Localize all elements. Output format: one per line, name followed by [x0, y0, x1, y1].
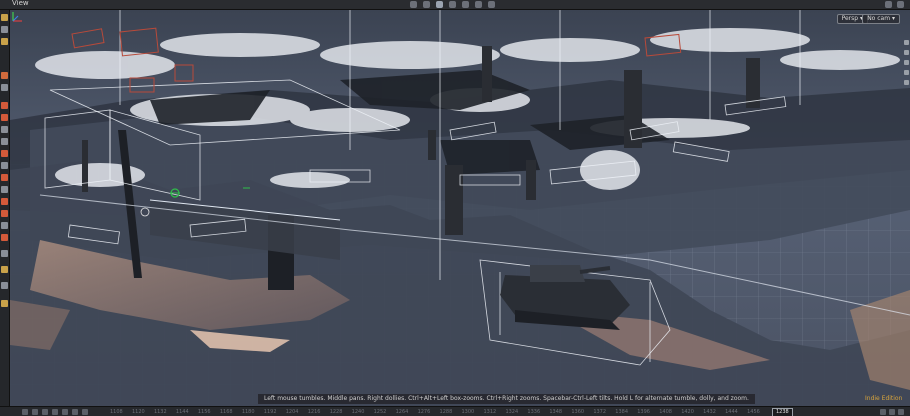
timeline-tick: 1444 [725, 409, 738, 415]
timeline-tick: 1456 [747, 409, 760, 415]
houdini-window: View Persp ▾ No cam ▾ Left mouse tumbles… [0, 0, 910, 416]
window-controls [885, 1, 904, 8]
left-toolbar [0, 10, 10, 406]
point-icon[interactable] [1, 126, 8, 133]
timeline-tick: 1168 [219, 409, 233, 415]
timeline-tick: 1264 [395, 409, 409, 415]
scale-tool-icon[interactable] [462, 1, 469, 8]
timeline-tick: 1192 [263, 409, 277, 415]
timeline-tick: 1372 [593, 409, 607, 415]
timeline-tick: 1348 [549, 409, 563, 415]
timeline-tick: 1108 [110, 409, 123, 415]
shaded-icon[interactable] [1, 222, 8, 229]
timeline-tick: 1408 [659, 409, 672, 415]
home-view-icon[interactable] [904, 40, 909, 45]
timeline-tick: 1120 [131, 409, 145, 415]
smooth-shaded-icon[interactable] [1, 234, 8, 241]
handle-tool-icon[interactable] [475, 1, 482, 8]
bbox-icon[interactable] [1, 282, 8, 289]
current-frame-field[interactable]: 1238 [772, 408, 793, 416]
timeline-tick: 1240 [351, 409, 365, 415]
grid-icon[interactable] [1, 250, 8, 257]
timeline-tick: 1252 [373, 409, 387, 415]
frame-selected-icon[interactable] [904, 50, 909, 55]
light-icon[interactable] [1, 38, 8, 45]
primitive-icon[interactable] [1, 114, 8, 121]
timeline-tick: 1204 [285, 409, 299, 415]
timeline-tick: 1336 [527, 409, 541, 415]
axis-gnomon [12, 12, 22, 22]
edition-label: Indie Edition [865, 395, 903, 402]
timeline-tick: 1288 [439, 409, 453, 415]
timeline-tick: 1420 [681, 409, 694, 415]
viewport-status-message: Left mouse tumbles. Middle pans. Right d… [258, 394, 755, 404]
timeline-tick: 1276 [417, 409, 431, 415]
jump-end-icon[interactable] [82, 409, 88, 415]
timeline-tick: 1180 [241, 409, 255, 415]
step-forward-icon[interactable] [72, 409, 78, 415]
window-title: View [12, 0, 29, 7]
viewport-side-controls [903, 40, 910, 150]
play-icon[interactable] [62, 409, 68, 415]
move-tool-icon[interactable] [423, 1, 430, 8]
realtime-icon[interactable] [889, 409, 895, 415]
render-icon[interactable] [1, 300, 8, 307]
title-bar: View [0, 0, 910, 10]
timeline-tick: 1324 [505, 409, 519, 415]
settings-icon[interactable] [897, 1, 904, 8]
scene-viewport[interactable]: Persp ▾ No cam ▾ Left mouse tumbles. Mid… [10, 10, 910, 406]
timeline-tick: 1300 [461, 409, 475, 415]
lock-camera-icon[interactable] [1, 26, 8, 33]
view-tool-icon[interactable] [436, 1, 443, 8]
zoom-icon[interactable] [904, 70, 909, 75]
edge-icon[interactable] [1, 138, 8, 145]
uv-icon[interactable] [1, 162, 8, 169]
play-backward-icon[interactable] [42, 409, 48, 415]
key-icon[interactable] [880, 409, 886, 415]
timeline-tick: 1132 [153, 409, 167, 415]
camera-menu[interactable]: No cam ▾ [862, 14, 900, 24]
select-tool-icon[interactable] [410, 1, 417, 8]
wireframe-icon[interactable] [1, 210, 8, 217]
stop-icon[interactable] [52, 409, 58, 415]
timeline-tick: 1396 [637, 409, 650, 415]
normals-icon[interactable] [1, 174, 8, 181]
rotate-tool-icon[interactable] [449, 1, 456, 8]
ortho-icon[interactable] [904, 80, 909, 85]
scene-render [10, 10, 910, 406]
timeline-options [880, 409, 904, 415]
template-icon[interactable] [1, 198, 8, 205]
snapshot-icon[interactable] [1, 72, 8, 79]
vertex-icon[interactable] [1, 150, 8, 157]
ghost-icon[interactable] [1, 186, 8, 193]
jump-start-icon[interactable] [22, 409, 28, 415]
timeline-tick: 1384 [615, 409, 629, 415]
pan-icon[interactable] [904, 60, 909, 65]
timeline-tick: 1432 [703, 409, 716, 415]
timeline-ticks: 1108 1120 1132 1144 1156 1168 1180 1192 … [110, 407, 760, 416]
background-icon[interactable] [1, 266, 8, 273]
timeline-tick: 1156 [197, 409, 211, 415]
global-animation-options-icon[interactable] [898, 409, 904, 415]
step-back-icon[interactable] [32, 409, 38, 415]
display-options-icon[interactable] [1, 14, 8, 21]
pin-icon[interactable] [885, 1, 892, 8]
snap-icon[interactable] [488, 1, 495, 8]
camera-icon[interactable] [1, 84, 8, 91]
timeline-tick: 1312 [483, 409, 497, 415]
timeline-tick: 1216 [307, 409, 321, 415]
timeline-bar[interactable]: 1108 1120 1132 1144 1156 1168 1180 1192 … [0, 406, 910, 416]
viewport-toolbar [410, 1, 495, 8]
geometry-icon[interactable] [1, 102, 8, 109]
timeline-tick: 1228 [329, 409, 343, 415]
timeline-tick: 1360 [571, 409, 585, 415]
timeline-tick: 1144 [175, 409, 189, 415]
